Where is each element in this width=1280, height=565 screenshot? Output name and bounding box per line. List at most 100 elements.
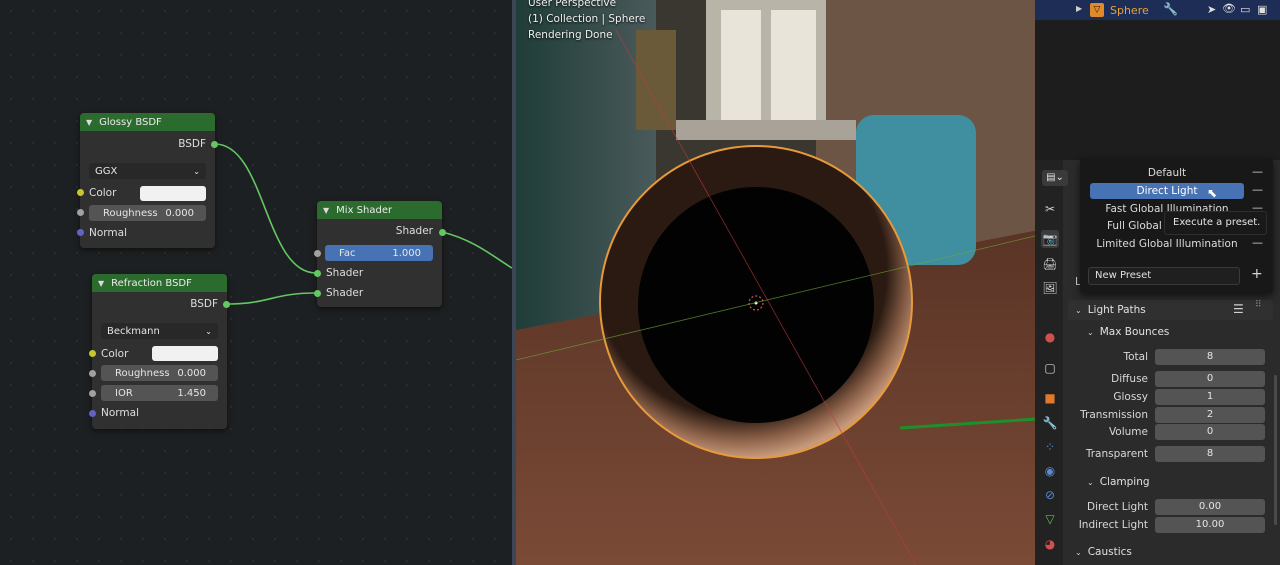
fac-field[interactable]: Fac 1.000 bbox=[325, 245, 433, 261]
refraction-bsdf-node[interactable]: ▼ Refraction BSDF BSDF Beckmann ⌄ Color … bbox=[89, 274, 230, 429]
panel-scrollbar[interactable] bbox=[1274, 375, 1277, 525]
outliner-object-name[interactable]: Sphere bbox=[1110, 4, 1149, 17]
material-properties-icon[interactable]: ◕ bbox=[1041, 535, 1059, 553]
presets-list-icon[interactable]: ☰ bbox=[1233, 302, 1244, 316]
visibility-eye-icon[interactable]: 👁 bbox=[1222, 2, 1236, 15]
new-preset-input[interactable]: New Preset bbox=[1088, 267, 1240, 285]
color-swatch[interactable] bbox=[152, 346, 218, 361]
add-preset-icon[interactable]: + bbox=[1251, 266, 1263, 282]
window-pane bbox=[771, 10, 816, 120]
object-data-icon: ▽ bbox=[1090, 3, 1104, 17]
glossy-output-row: BSDF bbox=[80, 135, 215, 153]
color-label: Color bbox=[101, 348, 129, 360]
clamp-label: Direct Light bbox=[1087, 501, 1148, 513]
expand-arrow-icon[interactable]: ▶ bbox=[1076, 4, 1082, 13]
view-mode-label: User Perspective bbox=[528, 0, 617, 9]
roughness-input-socket[interactable] bbox=[77, 209, 84, 216]
shader-input-row-2: Shader bbox=[317, 284, 442, 302]
remove-preset-icon[interactable]: — bbox=[1252, 183, 1263, 196]
tool-icon[interactable]: ✂ bbox=[1041, 200, 1059, 218]
viewport-monitor-icon[interactable]: ▭ bbox=[1240, 3, 1250, 16]
collapse-chevron-icon[interactable]: ▼ bbox=[86, 118, 92, 127]
chevron-down-icon: ⌄ bbox=[1075, 548, 1082, 557]
preset-item-direct-light[interactable]: Direct Light bbox=[1090, 183, 1244, 199]
clamping-section[interactable]: ⌄ Clamping bbox=[1087, 473, 1150, 492]
total-bounces-field[interactable]: 8 bbox=[1155, 349, 1265, 365]
select-arrow-icon[interactable]: ➤ bbox=[1207, 3, 1216, 16]
diffuse-bounces-field[interactable]: 0 bbox=[1155, 371, 1265, 387]
physics-icon[interactable]: ◉ bbox=[1041, 462, 1059, 480]
lamp bbox=[636, 30, 676, 130]
indirect-light-clamp-field[interactable]: 10.00 bbox=[1155, 517, 1265, 533]
distribution-dropdown[interactable]: GGX ⌄ bbox=[89, 163, 206, 179]
render-properties-icon[interactable]: 📷 bbox=[1041, 230, 1059, 248]
shader-output-socket[interactable] bbox=[439, 229, 446, 236]
shader-input-label: Shader bbox=[326, 287, 364, 299]
normal-label: Normal bbox=[101, 407, 139, 419]
bounce-label: Diffuse bbox=[1111, 373, 1148, 385]
roughness-label: Roughness bbox=[115, 367, 170, 379]
editor-type-dropdown[interactable]: ▤⌄ bbox=[1042, 170, 1068, 186]
chevron-down-icon: ⌄ bbox=[1087, 328, 1094, 337]
world-properties-icon[interactable]: ● bbox=[1041, 328, 1059, 346]
fac-input-socket[interactable] bbox=[314, 250, 321, 257]
output-label: BSDF bbox=[178, 138, 206, 150]
distribution-dropdown[interactable]: Beckmann ⌄ bbox=[101, 323, 218, 339]
glossy-node-header[interactable]: ▼ Glossy BSDF bbox=[80, 113, 215, 131]
bsdf-output-socket[interactable] bbox=[223, 301, 230, 308]
output-properties-icon[interactable]: 🖨 bbox=[1041, 255, 1059, 273]
roughness-value: 0.000 bbox=[177, 367, 206, 379]
collapse-chevron-icon[interactable]: ▼ bbox=[98, 279, 104, 288]
bounce-label: Total bbox=[1123, 351, 1148, 363]
mix-shader-node[interactable]: ▼ Mix Shader Shader Fac 1.000 Shader Sha… bbox=[314, 201, 446, 307]
modifier-wrench-icon[interactable]: 🔧 bbox=[1163, 2, 1178, 16]
shader-node-editor[interactable]: ▼ Glossy BSDF BSDF GGX ⌄ Color Roughness… bbox=[0, 0, 512, 565]
normal-row: Normal bbox=[80, 224, 215, 242]
refraction-output-row: BSDF bbox=[92, 295, 227, 313]
max-bounces-section[interactable]: ⌄ Max Bounces bbox=[1087, 323, 1169, 342]
glossy-bsdf-node[interactable]: ▼ Glossy BSDF BSDF GGX ⌄ Color Roughness… bbox=[77, 113, 218, 248]
ior-label: IOR bbox=[115, 387, 133, 399]
light-paths-section[interactable]: ⌄ Light Paths bbox=[1075, 301, 1146, 320]
roughness-value: 0.000 bbox=[165, 207, 194, 219]
clamp-label: Indirect Light bbox=[1078, 519, 1148, 531]
glossy-bounces-field[interactable]: 1 bbox=[1155, 389, 1265, 405]
chevron-down-icon: ⌄ bbox=[205, 326, 212, 336]
color-label: Color bbox=[89, 187, 117, 199]
roughness-input-socket[interactable] bbox=[89, 370, 96, 377]
remove-preset-icon[interactable]: — bbox=[1252, 165, 1263, 178]
sphere-dark-core bbox=[638, 187, 874, 423]
refraction-node-header[interactable]: ▼ Refraction BSDF bbox=[92, 274, 227, 292]
node-title: Mix Shader bbox=[336, 204, 393, 216]
normal-row: Normal bbox=[92, 404, 227, 422]
caustics-label: Caustics bbox=[1087, 546, 1132, 558]
ior-input-socket[interactable] bbox=[89, 390, 96, 397]
caustics-section[interactable]: ⌄ Caustics bbox=[1075, 543, 1132, 562]
distribution-value: GGX bbox=[95, 165, 118, 177]
bounce-label: Glossy bbox=[1113, 391, 1148, 403]
roughness-field[interactable]: Roughness 0.000 bbox=[101, 365, 218, 381]
transparent-bounces-field[interactable]: 8 bbox=[1155, 446, 1265, 462]
preset-item-limited-gi[interactable]: Limited Global Illumination bbox=[1090, 236, 1244, 252]
mix-node-header[interactable]: ▼ Mix Shader bbox=[317, 201, 442, 219]
3d-viewport[interactable]: User Perspective (1) Collection | Sphere… bbox=[512, 0, 1035, 565]
bsdf-output-socket[interactable] bbox=[211, 141, 218, 148]
preset-item-default[interactable]: Default bbox=[1090, 165, 1244, 181]
direct-light-clamp-field[interactable]: 0.00 bbox=[1155, 499, 1265, 515]
ior-field[interactable]: IOR 1.450 bbox=[101, 385, 218, 401]
collapse-chevron-icon[interactable]: ▼ bbox=[323, 206, 329, 215]
roughness-field[interactable]: Roughness 0.000 bbox=[89, 205, 206, 221]
remove-preset-icon[interactable]: — bbox=[1252, 236, 1263, 249]
light-paths-label: Light Paths bbox=[1087, 304, 1146, 316]
view-layer-icon[interactable]: 🖼 bbox=[1041, 279, 1059, 297]
shader-input-row-1: Shader bbox=[317, 264, 442, 282]
transmission-bounces-field[interactable]: 2 bbox=[1155, 407, 1265, 423]
drag-handle-icon[interactable]: ⠿ bbox=[1255, 300, 1262, 310]
bounce-label: Transmission bbox=[1080, 409, 1148, 421]
color-swatch[interactable] bbox=[140, 186, 206, 201]
mix-output-row: Shader bbox=[317, 222, 442, 240]
outliner-empty-area bbox=[1035, 20, 1280, 160]
volume-bounces-field[interactable]: 0 bbox=[1155, 424, 1265, 440]
render-camera-icon[interactable]: ▣ bbox=[1257, 3, 1267, 16]
render-preview bbox=[516, 0, 1035, 565]
